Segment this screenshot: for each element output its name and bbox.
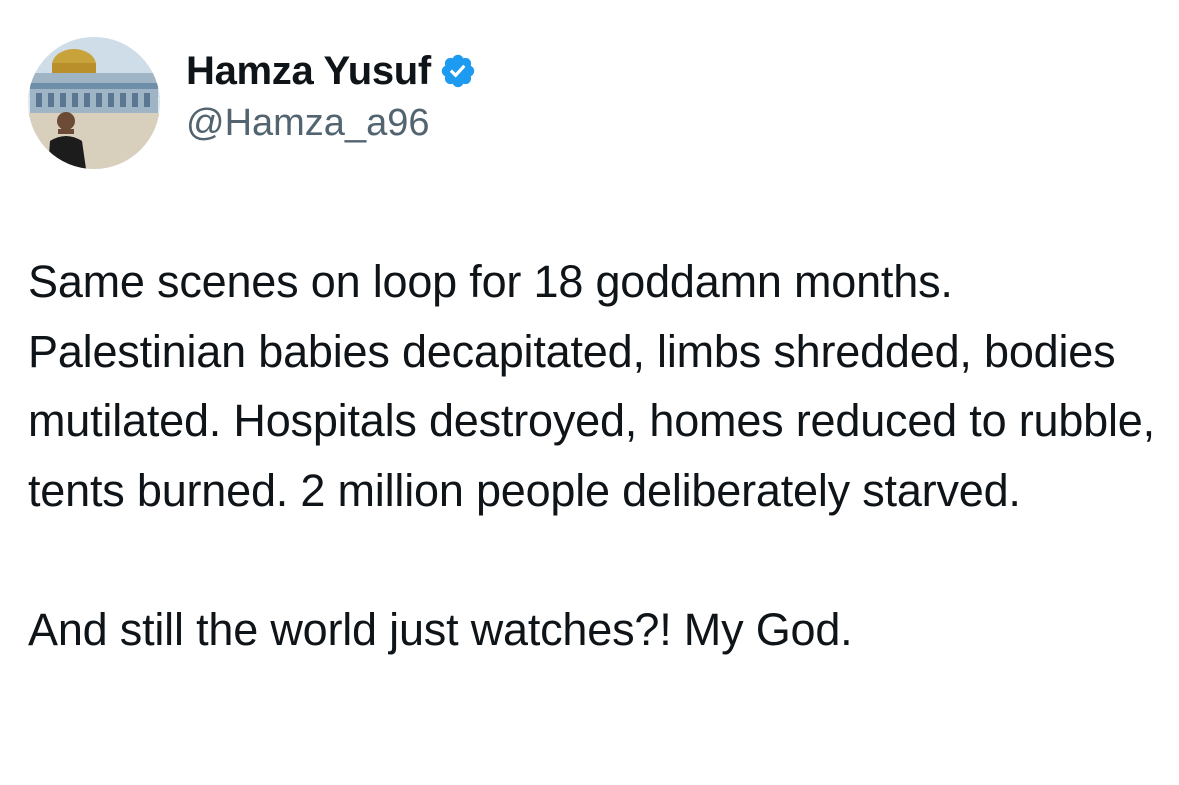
tweet-text: Same scenes on loop for 18 goddamn month…: [28, 247, 1158, 664]
tweet-card: Hamza Yusuf @Hamza_a96 Same scenes on lo…: [0, 0, 1179, 785]
display-name[interactable]: Hamza Yusuf: [186, 47, 431, 95]
tweet-header: Hamza Yusuf @Hamza_a96: [28, 37, 477, 169]
avatar-photo: [28, 37, 160, 169]
verified-badge-icon: [439, 52, 477, 90]
author-names: Hamza Yusuf @Hamza_a96: [186, 47, 477, 147]
name-row: Hamza Yusuf: [186, 47, 477, 95]
avatar[interactable]: [28, 37, 160, 169]
tweet-paragraph: Same scenes on loop for 18 goddamn month…: [28, 256, 1155, 516]
author-handle[interactable]: @Hamza_a96: [186, 99, 477, 147]
tweet-paragraph: And still the world just watches?! My Go…: [28, 603, 853, 655]
